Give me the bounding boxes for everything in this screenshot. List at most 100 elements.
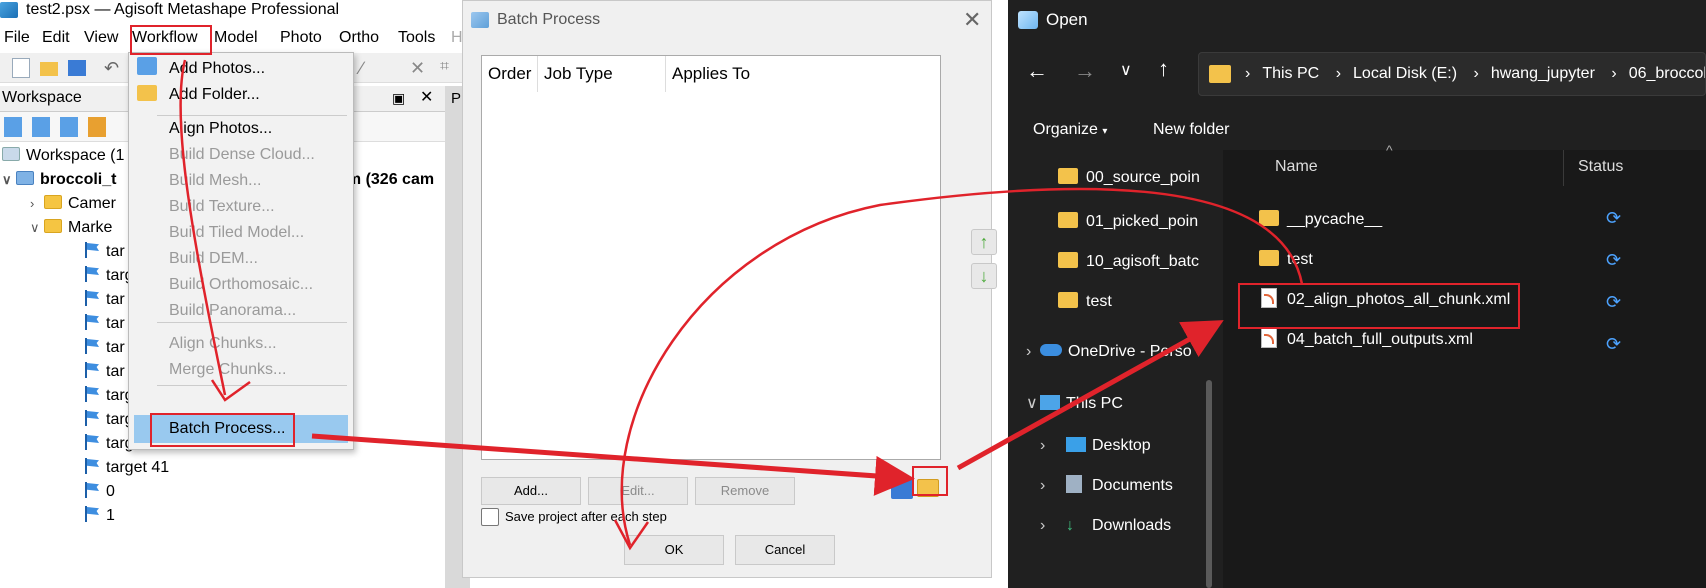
menu-item-batch-process[interactable]: Batch Process...: [169, 416, 286, 442]
forward-arrow-icon[interactable]: →: [1074, 58, 1096, 84]
remove-button[interactable]: Remove: [695, 477, 795, 505]
nav-item[interactable]: 00_source_poin: [1058, 158, 1200, 198]
file-row[interactable]: 02_align_photos_all_chunk.xml: [1261, 280, 1510, 320]
marker-row[interactable]: tar: [84, 240, 125, 264]
add-photos-icon[interactable]: [32, 117, 50, 137]
float-pane-icon[interactable]: ▣: [392, 86, 405, 110]
menu-file[interactable]: File: [4, 28, 30, 48]
breadcrumb-hwang-jupyter[interactable]: hwang_jupyter: [1491, 65, 1595, 82]
nav-item-downloads[interactable]: › ↓ Downloads: [1040, 506, 1171, 546]
column-job-type[interactable]: Job Type: [538, 56, 666, 92]
new-file-icon[interactable]: [12, 58, 30, 78]
menu-workflow[interactable]: Workflow: [132, 28, 198, 48]
crop-icon[interactable]: ⌗: [440, 58, 458, 78]
marker-row[interactable]: 1: [84, 504, 115, 528]
menu-item-align-photos[interactable]: Align Photos...: [169, 116, 272, 142]
open-folder-icon[interactable]: [40, 62, 58, 76]
organize-button[interactable]: Organize ▾: [1033, 110, 1107, 152]
nav-item-onedrive[interactable]: › OneDrive - Perso: [1026, 332, 1192, 372]
add-button[interactable]: Add...: [481, 477, 581, 505]
menu-item-build-mesh[interactable]: Build Mesh...: [169, 168, 261, 194]
marker-row[interactable]: tar: [84, 312, 125, 336]
menu-tools[interactable]: Tools: [398, 28, 435, 48]
ok-button[interactable]: OK: [624, 535, 724, 565]
new-folder-button[interactable]: New folder: [1153, 110, 1229, 150]
menu-item-build-tiled-model[interactable]: Build Tiled Model...: [169, 220, 304, 246]
marker-row[interactable]: target 41: [84, 456, 169, 480]
nav-item-desktop[interactable]: › Desktop: [1040, 426, 1151, 466]
address-bar[interactable]: › This PC › Local Disk (E:) › hwang_jupyter…: [1198, 52, 1706, 96]
cancel-button[interactable]: Cancel: [735, 535, 835, 565]
save-icon[interactable]: [68, 60, 86, 76]
move-up-button[interactable]: ↑: [971, 229, 997, 255]
column-applies-to[interactable]: Applies To: [666, 56, 942, 92]
menu-model[interactable]: Model: [214, 28, 258, 48]
menu-item-align-chunks[interactable]: Align Chunks...: [169, 331, 277, 357]
back-arrow-icon[interactable]: ←: [1026, 58, 1048, 84]
expand-chevron-icon[interactable]: ∨: [1026, 384, 1040, 424]
menu-item-merge-chunks[interactable]: Merge Chunks...: [169, 357, 286, 383]
collapsed-chevron-icon[interactable]: ›: [1040, 466, 1066, 506]
expand-chevron-icon[interactable]: ∨: [2, 168, 16, 192]
tree-markers[interactable]: ∨ Marke: [30, 216, 112, 240]
up-arrow-icon[interactable]: ↑: [1158, 56, 1169, 82]
menu-view[interactable]: View: [84, 28, 118, 48]
brush-icon[interactable]: ∕: [360, 58, 378, 78]
marker-row[interactable]: tar: [84, 288, 125, 312]
edit-button[interactable]: Edit...: [588, 477, 688, 505]
breadcrumb-current[interactable]: 06_broccoli.pa: [1629, 65, 1705, 82]
breadcrumb-local-disk[interactable]: Local Disk (E:): [1353, 65, 1457, 82]
menu-item-add-folder[interactable]: Add Folder...: [169, 82, 260, 108]
add-chunk-icon[interactable]: [4, 117, 22, 137]
nav-item-documents[interactable]: › Documents: [1040, 466, 1173, 506]
file-row[interactable]: __pycache__: [1259, 200, 1382, 240]
nav-item-this-pc[interactable]: ∨ This PC: [1026, 384, 1123, 424]
nav-scrollbar[interactable]: [1206, 380, 1212, 588]
marker-row[interactable]: 0: [84, 480, 115, 504]
file-row[interactable]: test: [1259, 240, 1313, 280]
file-row[interactable]: 04_batch_full_outputs.xml: [1261, 320, 1473, 360]
menu-item-build-orthomosaic[interactable]: Build Orthomosaic...: [169, 272, 313, 298]
menu-photo[interactable]: Photo: [280, 28, 322, 48]
recent-chevron-icon[interactable]: ∨: [1120, 60, 1132, 80]
tree-root-label: Workspace (1: [26, 147, 125, 164]
collapsed-chevron-icon[interactable]: ›: [1040, 506, 1066, 546]
expand-chevron-icon[interactable]: ∨: [30, 216, 44, 240]
marker-row[interactable]: targ: [84, 264, 134, 288]
collapsed-chevron-icon[interactable]: ›: [1040, 426, 1066, 466]
breadcrumb-this-pc[interactable]: This PC: [1262, 65, 1319, 82]
menu-item-build-texture[interactable]: Build Texture...: [169, 194, 275, 220]
column-name[interactable]: Name: [1275, 152, 1318, 182]
save-icon[interactable]: [891, 477, 913, 499]
menu-item-build-panorama[interactable]: Build Panorama...: [169, 298, 296, 324]
menu-edit[interactable]: Edit: [42, 28, 70, 48]
open-folder-icon[interactable]: [917, 479, 939, 497]
nav-item[interactable]: test: [1058, 282, 1112, 322]
menu-item-add-photos[interactable]: Add Photos...: [169, 56, 265, 82]
nav-item[interactable]: 10_agisoft_batc: [1058, 242, 1199, 282]
menu-ortho[interactable]: Ortho: [339, 28, 379, 48]
add-marker-icon[interactable]: [88, 117, 106, 137]
file-name: 02_align_photos_all_chunk.xml: [1287, 291, 1511, 308]
save-project-checkbox[interactable]: [481, 508, 499, 526]
undo-icon[interactable]: ↶: [104, 58, 122, 78]
marker-row[interactable]: tar: [84, 336, 125, 360]
collapsed-chevron-icon[interactable]: ›: [1026, 332, 1040, 372]
column-status[interactable]: Status: [1578, 152, 1623, 182]
marker-row[interactable]: tar: [84, 360, 125, 384]
column-order[interactable]: Order: [482, 56, 538, 92]
menu-item-build-dem[interactable]: Build DEM...: [169, 246, 258, 272]
collapsed-chevron-icon[interactable]: ›: [30, 192, 44, 216]
nav-item[interactable]: 01_picked_poin: [1058, 202, 1198, 242]
close-icon[interactable]: ✕: [963, 1, 981, 39]
move-down-button[interactable]: ↓: [971, 263, 997, 289]
menu-item-build-dense-cloud[interactable]: Build Dense Cloud...: [169, 142, 315, 168]
tree-root[interactable]: Workspace (1: [2, 144, 124, 168]
tree-chunk[interactable]: ∨ broccoli_t: [2, 168, 116, 192]
add-folder-icon[interactable]: [60, 117, 78, 137]
tree-cameras[interactable]: › Camer: [30, 192, 116, 216]
menu-help[interactable]: H: [451, 28, 463, 48]
close-pane-icon[interactable]: ✕: [420, 86, 433, 110]
job-list[interactable]: Order Job Type Applies To: [481, 55, 941, 460]
delete-icon[interactable]: ✕: [410, 58, 428, 78]
